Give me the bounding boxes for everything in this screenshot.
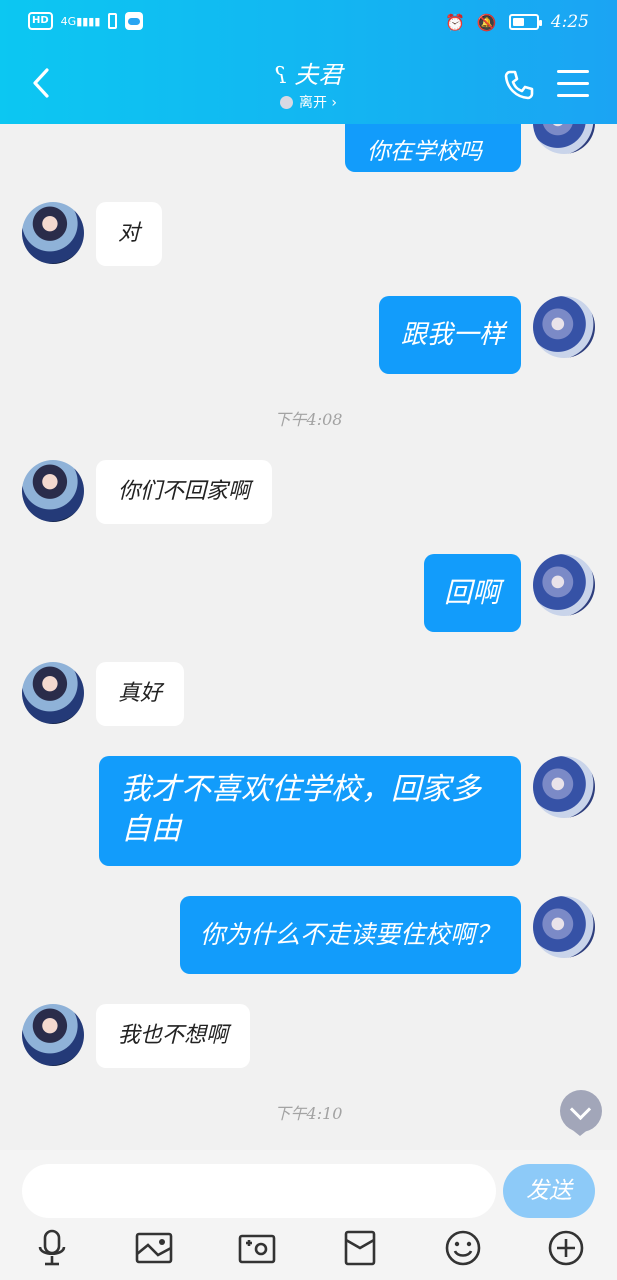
outgoing-message[interactable]: 我才不喜欢住学校，回家多自由 xyxy=(99,756,521,866)
voice-button[interactable] xyxy=(32,1228,72,1268)
menu-button[interactable] xyxy=(557,70,589,98)
incoming-message[interactable]: 真好 xyxy=(96,662,185,726)
scroll-to-bottom-button[interactable] xyxy=(560,1090,602,1136)
camera-button[interactable] xyxy=(237,1228,277,1268)
phone-call-button[interactable] xyxy=(502,68,536,102)
my-avatar[interactable] xyxy=(533,554,595,616)
my-avatar[interactable] xyxy=(533,896,595,958)
battery-icon xyxy=(508,14,542,30)
image-icon xyxy=(135,1232,173,1264)
emoji-icon xyxy=(445,1230,481,1266)
hd-badge: HD xyxy=(28,12,53,30)
chat-header: HD 4G▮▮▮▮ ⏰ 🔕 4:25 ʔ 夫君 离开 › xyxy=(0,0,617,124)
my-avatar[interactable] xyxy=(533,756,595,818)
chat-area[interactable]: 你在学校吗 对 跟我一样 下午4:08 你们不回家啊 回啊 真好 我才不喜欢住学… xyxy=(0,124,617,1150)
away-clock-icon xyxy=(279,96,293,109)
incoming-message[interactable]: 对 xyxy=(96,202,163,266)
status-left: HD 4G▮▮▮▮ xyxy=(28,12,144,30)
more-button[interactable] xyxy=(546,1228,586,1268)
network-type: 4G xyxy=(60,14,77,28)
ear-icon: ʔ xyxy=(274,64,287,89)
camera-icon xyxy=(238,1234,276,1264)
red-packet-button[interactable] xyxy=(340,1228,380,1268)
message-text: 回啊 xyxy=(444,576,501,609)
outgoing-message[interactable]: 你在学校吗 xyxy=(345,124,521,172)
send-button[interactable]: 发送 xyxy=(503,1164,595,1218)
incoming-message[interactable]: 我也不想啊 xyxy=(96,1004,251,1068)
input-bar: 发送 xyxy=(0,1150,617,1280)
alarm-icon: ⏰ xyxy=(444,12,465,32)
mute-bell-icon: 🔕 xyxy=(476,12,497,32)
status-chevron-icon: › xyxy=(331,95,338,111)
contact-avatar[interactable] xyxy=(22,460,84,522)
menu-icon xyxy=(557,70,589,73)
message-text: 你们不回家啊 xyxy=(118,479,251,504)
message-input[interactable] xyxy=(22,1164,496,1218)
my-avatar[interactable] xyxy=(533,296,595,358)
emoji-button[interactable] xyxy=(443,1228,483,1268)
signal-icon: 4G▮▮▮▮ xyxy=(60,14,101,28)
message-text: 我才不喜欢住学校，回家多自由 xyxy=(121,772,481,847)
outgoing-message[interactable]: 跟我一样 xyxy=(379,296,521,374)
contact-avatar[interactable] xyxy=(22,202,84,264)
contact-avatar[interactable] xyxy=(22,1004,84,1066)
my-avatar[interactable] xyxy=(533,124,595,154)
toolbar xyxy=(0,1228,617,1274)
outgoing-message[interactable]: 你为什么不走读要住校啊？ xyxy=(180,896,521,974)
message-text: 真好 xyxy=(118,681,163,706)
microphone-icon xyxy=(38,1229,66,1266)
plus-icon xyxy=(548,1230,584,1266)
status-time: 4:25 xyxy=(550,12,589,32)
outgoing-message[interactable]: 回啊 xyxy=(424,554,521,632)
message-text: 我也不想啊 xyxy=(118,1023,229,1048)
status-text: 离开 xyxy=(298,95,327,111)
incoming-message[interactable]: 你们不回家啊 xyxy=(96,460,273,524)
message-text: 你在学校吗 xyxy=(367,139,482,165)
contact-avatar[interactable] xyxy=(22,662,84,724)
phone-icon xyxy=(504,70,534,100)
message-text: 对 xyxy=(118,221,141,246)
contact-name: 夫君 xyxy=(294,61,343,89)
red-packet-icon xyxy=(344,1230,376,1266)
timestamp: 下午4:10 xyxy=(274,1104,343,1123)
message-text: 跟我一样 xyxy=(401,320,506,350)
status-bar: HD 4G▮▮▮▮ ⏰ 🔕 4:25 xyxy=(0,0,617,46)
message-text: 你为什么不走读要住校啊？ xyxy=(200,920,501,949)
sim-icon xyxy=(108,13,118,29)
status-right: ⏰ 🔕 4:25 xyxy=(445,12,589,32)
timestamp: 下午4:08 xyxy=(274,410,343,429)
weather-app-icon xyxy=(125,12,144,30)
photo-button[interactable] xyxy=(134,1228,174,1268)
